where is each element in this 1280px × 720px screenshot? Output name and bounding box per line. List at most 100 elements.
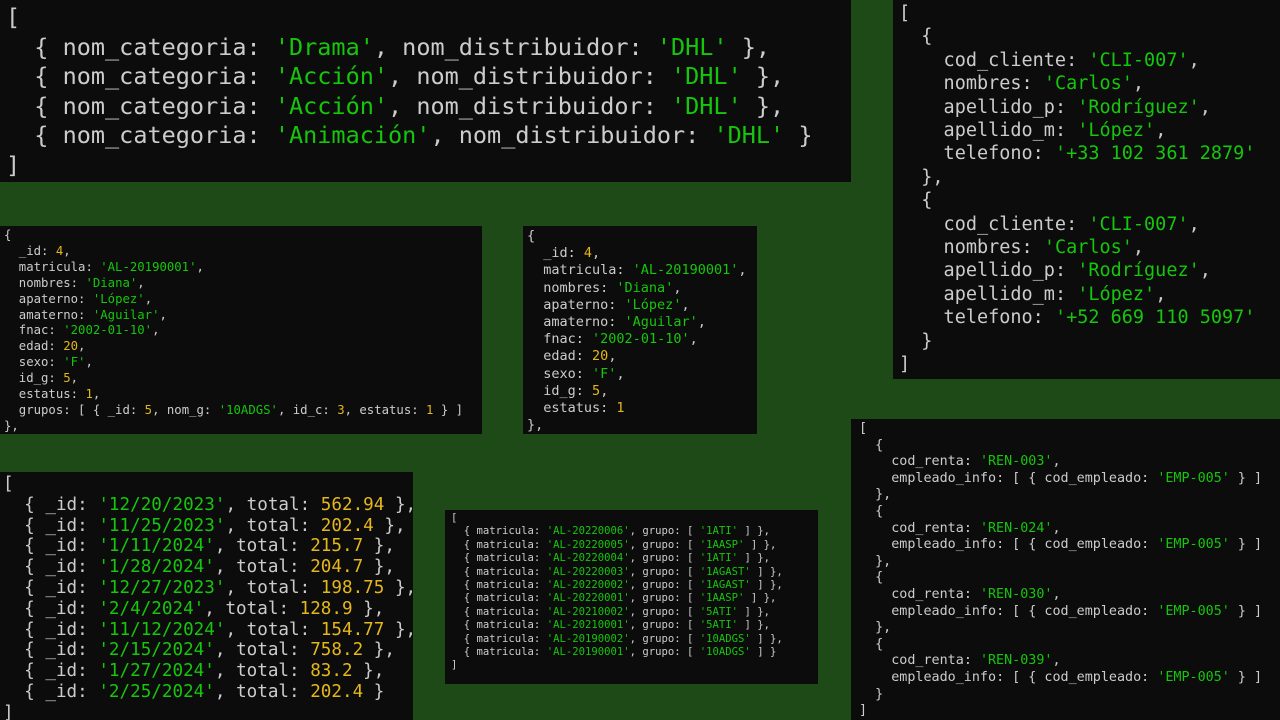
punctuation: { (3, 681, 46, 702)
punctuation: , (388, 91, 417, 120)
key-token: sexo (4, 355, 49, 370)
string-value: 'CLI-007' (1088, 213, 1189, 235)
key-token: _id (45, 661, 78, 682)
punctuation: } ] (1229, 669, 1263, 685)
punctuation: : (533, 632, 547, 645)
punctuation: }, (527, 417, 544, 434)
code-line: cod_cliente: 'CLI-007', (899, 213, 1280, 236)
punctuation: }, (384, 494, 413, 515)
punctuation: : (600, 400, 617, 417)
number-value: 5 (144, 402, 153, 417)
punctuation: : (278, 598, 300, 619)
key-token: empleado_info (859, 669, 997, 685)
key-token: grupo (642, 525, 675, 538)
punctuation: , estatus: (344, 402, 427, 417)
punctuation: , (1188, 213, 1200, 235)
key-token: id_g (4, 371, 49, 386)
string-value: 'Drama' (274, 32, 374, 61)
code-line: telefono: '+52 669 110 5097' (899, 306, 1280, 329)
punctuation: ] }, (738, 525, 770, 538)
code-line: telefono: '+33 102 361 2879' (899, 142, 1280, 165)
punctuation: , (1052, 586, 1061, 602)
punctuation: } (899, 330, 933, 352)
punctuation: : (289, 661, 311, 682)
code-line: empleado_info: [ { cod_empleado: 'EMP-00… (859, 537, 1280, 554)
code-line: { _id: '12/20/2023', total: 562.94 }, (3, 495, 413, 516)
punctuation: , (225, 494, 247, 515)
punctuation: : (48, 371, 64, 386)
key-token: matricula (4, 259, 86, 274)
string-value: '12/27/2023' (98, 577, 226, 598)
punctuation: , (430, 121, 459, 149)
code-line: _id: 4, (527, 245, 757, 262)
string-value: '+52 669 110 5097' (1054, 307, 1256, 329)
punctuation: : (575, 331, 593, 348)
string-value: 'AL-20190001' (546, 646, 630, 659)
punctuation: : (963, 520, 980, 536)
punctuation: , (92, 387, 101, 402)
punctuation: : (70, 387, 86, 402)
string-value: 'AL-20220002' (546, 579, 630, 592)
number-value: 204.7 (310, 557, 364, 578)
key-token: grupo (642, 552, 675, 565)
code-line: [ (859, 421, 1280, 438)
punctuation: , (697, 314, 706, 331)
punctuation: : (1032, 143, 1055, 165)
punctuation: : (533, 592, 547, 605)
number-value: 5 (592, 382, 601, 399)
punctuation: : (533, 646, 547, 659)
code-line: { nom_categoria: 'Acción', nom_distribui… (6, 92, 851, 122)
punctuation: } (363, 681, 385, 702)
string-value: 'REN-024' (979, 520, 1053, 536)
string-value: '5ATI' (699, 605, 739, 618)
code-line: { (899, 25, 1280, 48)
punctuation: : (77, 494, 99, 515)
punctuation: , (629, 605, 643, 618)
punctuation: }, (363, 640, 395, 661)
punctuation: : (289, 557, 311, 578)
code-line: cod_cliente: 'CLI-007', (899, 49, 1280, 72)
key-token: grupo (642, 592, 675, 605)
code-line: estatus: 1 (527, 400, 757, 417)
punctuation: ] }, (738, 619, 770, 632)
key-token: nom_distribuidor (416, 62, 643, 90)
punctuation: : (246, 32, 275, 61)
punctuation: { (451, 646, 477, 659)
punctuation: : (85, 259, 101, 274)
key-token: apaterno (527, 296, 609, 313)
key-token: grupo (642, 579, 675, 592)
string-value: '1/11/2024' (98, 536, 215, 557)
code-line: nombres: 'Carlos', (899, 72, 1280, 95)
punctuation: , (1155, 283, 1167, 305)
key-token: total (236, 681, 290, 702)
punctuation: , (225, 577, 247, 598)
code-line: }, (899, 166, 1280, 189)
code-line: empleado_info: [ { cod_empleado: 'EMP-00… (859, 604, 1280, 621)
punctuation: [ (859, 421, 868, 436)
key-token: matricula (476, 619, 534, 632)
punctuation: }, (384, 577, 413, 598)
string-value: '1ATI' (699, 552, 739, 565)
key-token: matricula (476, 579, 534, 592)
punctuation: { (6, 91, 63, 120)
punctuation: , (1155, 120, 1167, 142)
key-token: telefono (899, 143, 1033, 165)
punctuation: , (373, 32, 403, 61)
punctuation: , (629, 565, 643, 578)
punctuation: ] }, (744, 592, 777, 605)
key-token: _id (45, 577, 78, 598)
code-line: { _id: '11/12/2024', total: 154.77 }, (3, 620, 413, 641)
code-line: { _id: '1/28/2024', total: 204.7 }, (3, 557, 413, 578)
punctuation: : [ (674, 579, 700, 592)
code-line: amaterno: 'Aguilar', (4, 308, 482, 324)
code-line: edad: 20, (4, 339, 482, 355)
string-value: 'AL-20210002' (546, 605, 630, 618)
punctuation: : (299, 577, 321, 598)
string-value: '12/20/2023' (98, 494, 226, 515)
punctuation: , (1199, 260, 1211, 282)
string-value: 'DHL' (713, 121, 785, 149)
key-token: amaterno (527, 314, 609, 331)
key-token: grupos (4, 402, 64, 417)
string-value: '10ADGS' (699, 646, 751, 659)
punctuation: , (608, 348, 617, 365)
